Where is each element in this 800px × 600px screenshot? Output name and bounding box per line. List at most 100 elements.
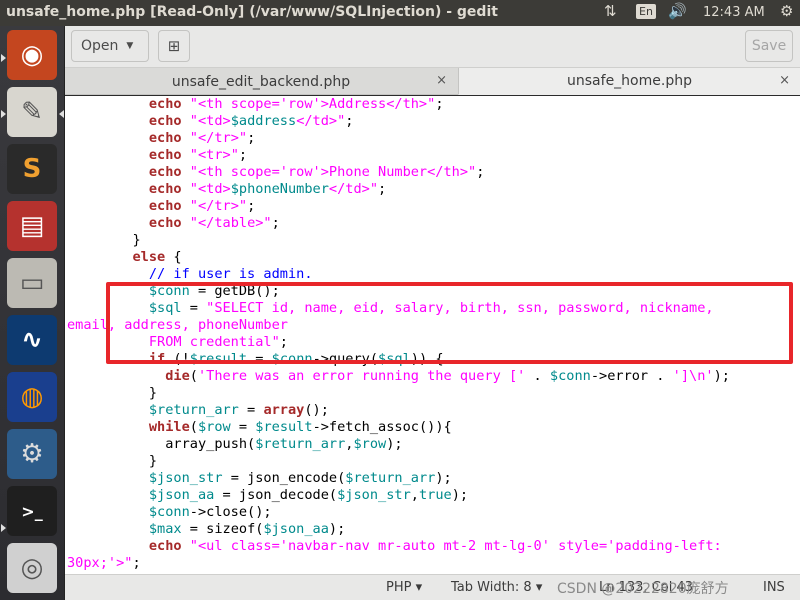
- code-line: echo "</tr>";: [67, 130, 255, 147]
- code-token: echo: [148, 113, 182, 129]
- code-token: $max: [148, 521, 182, 537]
- code-token: $return_arr: [255, 436, 346, 452]
- database-tool-icon[interactable]: ▤: [7, 201, 57, 251]
- code-line: $conn->close();: [67, 504, 272, 521]
- code-token: $phoneNumber: [230, 181, 329, 197]
- code-token: die: [165, 368, 190, 384]
- code-token: $json_aa: [148, 487, 215, 503]
- clock[interactable]: 12:43 AM: [703, 5, 765, 20]
- editor-toolbar: Open ▼ ⊞ Save: [65, 26, 800, 68]
- code-token: ;: [345, 113, 354, 129]
- save-button[interactable]: Save: [745, 30, 793, 62]
- code-token: {: [165, 249, 182, 265]
- code-token: $return_arr: [148, 402, 239, 418]
- code-line: }: [67, 453, 157, 470]
- running-indicator: [59, 110, 64, 118]
- code-line: array_push($return_arr,$row);: [67, 436, 403, 453]
- new-tab-icon: ⊞: [167, 37, 181, 55]
- code-token: );: [328, 521, 346, 537]
- system-settings-icon[interactable]: ⚙: [7, 429, 57, 479]
- open-button[interactable]: Open ▼: [71, 30, 149, 62]
- system-gear-icon[interactable]: ⚙: [780, 2, 793, 20]
- code-token: array_push(: [165, 436, 256, 452]
- chevron-down-icon: ▼: [126, 41, 134, 51]
- code-token: $return_arr: [345, 470, 436, 486]
- network-sort-icon[interactable]: ⇅: [604, 2, 617, 20]
- code-token: echo: [148, 181, 182, 197]
- keyboard-layout-indicator[interactable]: En: [636, 4, 656, 19]
- code-token: = sizeof(: [181, 521, 264, 537]
- code-token: "</tr>": [181, 198, 248, 214]
- code-token: (: [189, 419, 198, 435]
- disk-drive-icon[interactable]: ◎: [7, 543, 57, 593]
- code-token: "<td>: [181, 113, 231, 129]
- save-button-label: Save: [751, 38, 787, 54]
- code-token: = json_encode(: [222, 470, 346, 486]
- code-line: }: [67, 232, 140, 249]
- code-token: echo: [148, 164, 182, 180]
- code-token: =: [230, 419, 256, 435]
- code-token: = json_decode(: [214, 487, 338, 503]
- code-token: true: [418, 487, 452, 503]
- tab-unsafe-home[interactable]: unsafe_home.php ×: [458, 68, 800, 95]
- new-tab-button[interactable]: ⊞: [158, 30, 190, 62]
- code-token: ;: [132, 555, 141, 571]
- text-editor-icon[interactable]: ✎: [7, 87, 57, 137]
- code-line: echo "</table>";: [67, 215, 280, 232]
- code-token: $json_str: [148, 470, 223, 486]
- tab-unsafe-edit-backend[interactable]: unsafe_edit_backend.php ×: [65, 68, 457, 95]
- code-line: echo "<tr>";: [67, 147, 247, 164]
- code-token: $json_str: [337, 487, 411, 503]
- code-token: $result: [255, 419, 313, 435]
- tab-label: unsafe_edit_backend.php: [171, 73, 351, 90]
- launcher: ◉ ✎ S ▤ ▭ ∿ ◍ ⚙ >_ ◎: [0, 26, 65, 600]
- code-line: echo "<td>$address</td>";: [67, 113, 354, 130]
- watermark: CSDN @20222820庞舒方: [557, 581, 729, 597]
- firefox-icon[interactable]: ◍: [7, 372, 57, 422]
- code-editor[interactable]: echo "<th scope='row'>Address</th>"; ech…: [65, 96, 800, 574]
- code-token: echo: [148, 147, 182, 163]
- close-icon[interactable]: ×: [779, 73, 790, 88]
- code-token: ->fetch_assoc()){: [312, 419, 452, 435]
- running-indicator: [1, 110, 6, 118]
- terminal-icon[interactable]: >_: [7, 486, 57, 536]
- code-token: }: [148, 453, 158, 469]
- code-token: (: [189, 368, 198, 384]
- open-button-label: Open: [81, 38, 119, 54]
- file-cabinet-icon[interactable]: ▭: [7, 258, 57, 308]
- code-line: while($row = $result->fetch_assoc()){: [67, 419, 452, 436]
- running-indicator: [1, 54, 6, 62]
- tab-width-selector[interactable]: Tab Width: 8 ▾: [451, 580, 542, 595]
- ubuntu-logo-icon[interactable]: ◉: [7, 30, 57, 80]
- code-token: "</table>": [181, 215, 272, 231]
- close-icon[interactable]: ×: [436, 73, 447, 88]
- wireshark-icon[interactable]: ∿: [7, 315, 57, 365]
- code-token: "<th scope='row'>Address</th>": [181, 96, 436, 112]
- code-token: else: [132, 249, 166, 265]
- top-panel: unsafe_home.php [Read-Only] (/var/www/SQ…: [0, 0, 800, 26]
- code-token: </td>": [328, 181, 379, 197]
- code-token: ;: [238, 147, 248, 163]
- code-token: echo: [148, 198, 182, 214]
- code-token: 30px;'>": [67, 555, 133, 571]
- code-token: );: [386, 436, 403, 452]
- code-token: "</tr>": [181, 130, 248, 146]
- window-title: unsafe_home.php [Read-Only] (/var/www/SQ…: [6, 4, 498, 20]
- sublime-text-icon[interactable]: S: [7, 144, 57, 194]
- code-token: // if user is admin.: [148, 266, 313, 282]
- tab-label: unsafe_home.php: [567, 73, 692, 89]
- code-token: $conn: [148, 504, 190, 520]
- language-selector[interactable]: PHP ▾: [386, 580, 422, 595]
- volume-icon[interactable]: 🔊: [668, 2, 687, 20]
